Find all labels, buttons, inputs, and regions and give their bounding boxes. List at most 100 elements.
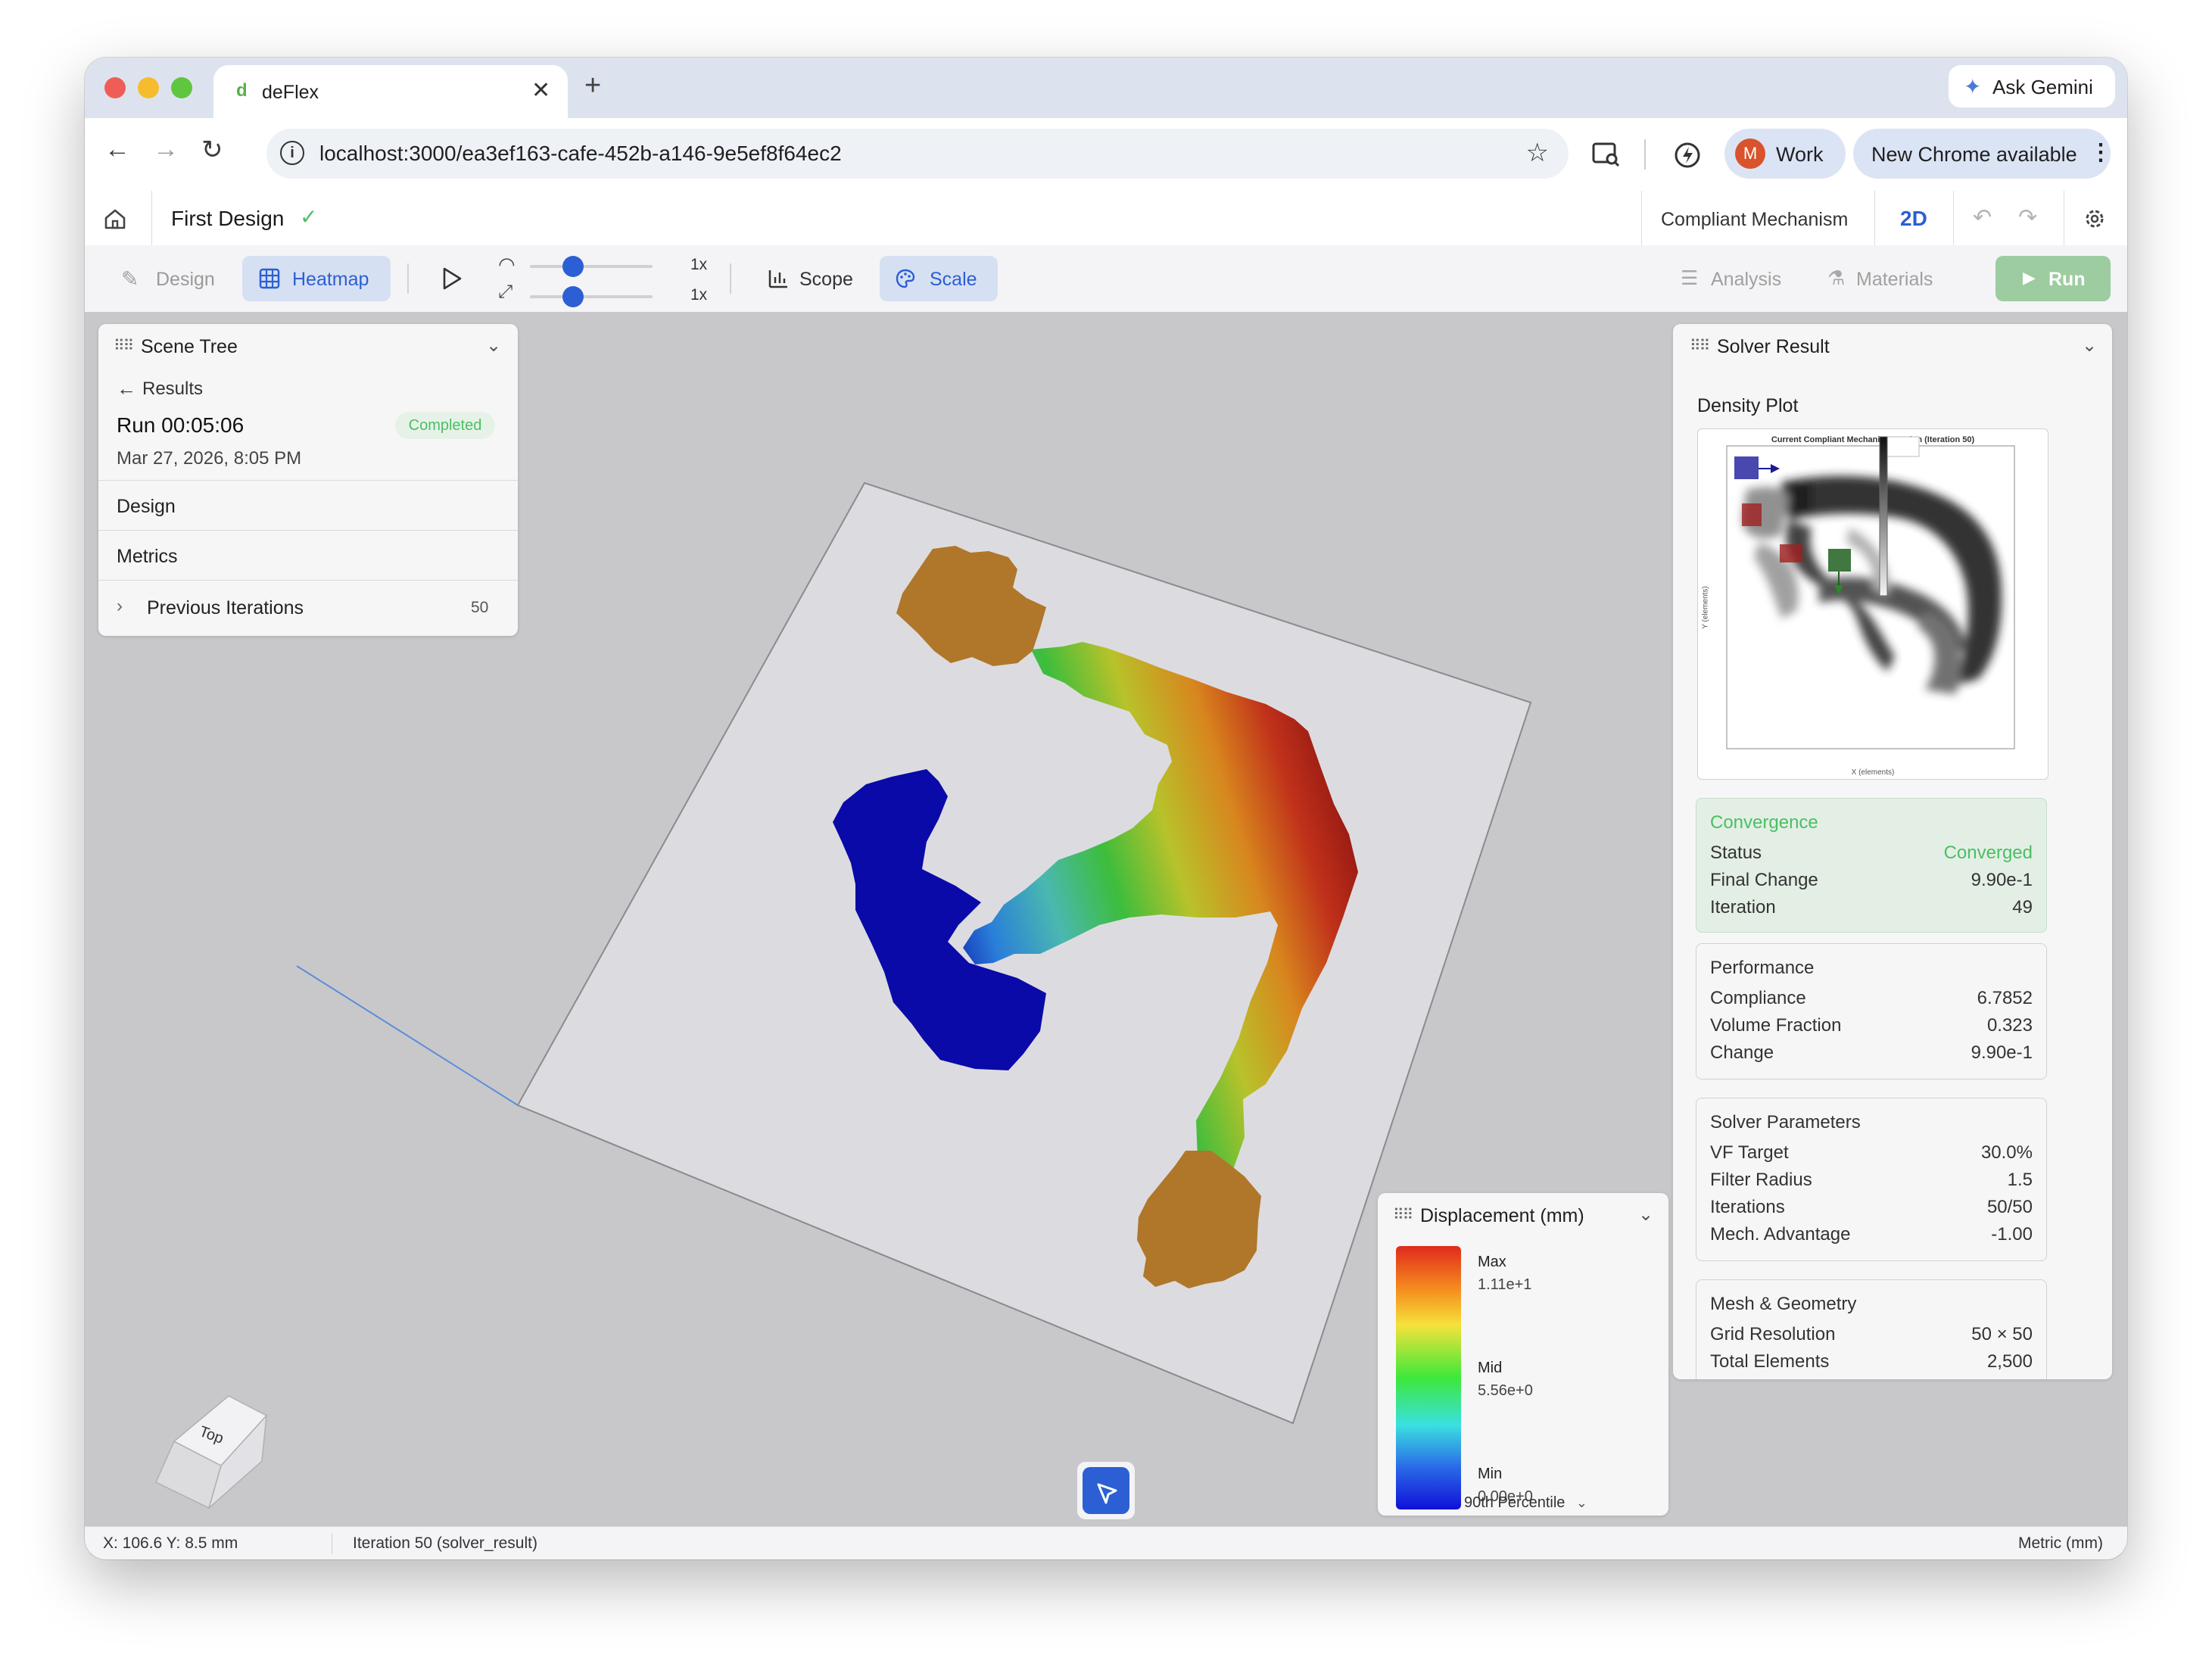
iteration-status: Iteration 50 (solver_result) [353,1534,537,1552]
convergence-heading: Convergence [1710,812,1818,833]
status-bar: X: 106.6 Y: 8.5 mm Iteration 50 (solver_… [85,1526,2127,1559]
reload-icon[interactable]: ↻ [201,135,223,165]
scale-slider[interactable] [530,286,653,307]
grid-resolution-row: Grid Resolution 50 × 50 [1710,1324,2033,1348]
density-plot-image[interactable]: Current Compliant Mechanism Design (Iter… [1697,428,2048,780]
drag-handle-icon[interactable]: ⠿⠿ [1690,336,1710,355]
browser-toolbar: ← → ↻ i localhost:3000/ea3ef163-cafe-452… [85,118,2127,192]
density-plot-ylabel: Y (elements) [1701,586,1710,629]
collapse-chevron-icon[interactable]: ⌄ [486,335,501,357]
legend-max-value: 1.11e+1 [1478,1276,1532,1293]
search-tab-icon[interactable] [1591,141,1622,168]
status-badge: Completed [395,412,495,439]
collapse-chevron-icon[interactable]: ⌄ [1638,1204,1653,1226]
performance-icon[interactable] [1673,141,1702,170]
back-arrow-icon[interactable]: ← [117,377,136,400]
run-play-icon: ▶ [2023,268,2036,287]
iteration-value: 49 [2012,897,2033,918]
design-row-label: Design [117,496,176,517]
ask-gemini-button[interactable]: ✦ Ask Gemini [1949,65,2115,107]
minimize-window-button[interactable] [138,77,159,98]
url-text: localhost:3000/ea3ef163-cafe-452b-a146-9… [319,142,842,165]
bookmark-star-icon[interactable]: ☆ [1526,138,1549,168]
design-title[interactable]: First Design [171,207,284,231]
browser-tab[interactable]: d deFlex ✕ [213,65,568,118]
mode-label[interactable]: Compliant Mechanism [1661,209,1848,231]
more-menu-icon[interactable]: ⋮ [2089,139,2112,166]
pencil-icon: ✎ [121,267,139,291]
units-indicator[interactable]: Metric (mm) [2018,1534,2103,1553]
sliders-icon: ☰ [1681,266,1699,289]
home-icon[interactable] [103,207,127,230]
close-tab-icon[interactable]: ✕ [531,77,550,104]
maximize-window-button[interactable] [171,77,192,98]
previous-iterations-row[interactable]: › Previous Iterations 50 [98,580,518,635]
run-button[interactable]: ▶ Run [1995,256,2111,301]
results-back-link[interactable]: Results [142,379,203,400]
final-change-row: Final Change 9.90e-1 [1710,870,2033,894]
metrics-row[interactable]: Metrics [98,530,518,579]
scale-value: 1x [690,286,708,304]
expand-chevron-icon: › [117,596,123,616]
y-axis-line [296,965,519,1106]
drag-handle-icon[interactable]: ⠿⠿ [1393,1205,1413,1224]
design-row[interactable]: Design [98,480,518,529]
scale-button[interactable]: Scale [880,256,998,301]
redo-icon[interactable]: ↷ [2018,204,2037,231]
chevron-down-icon: ⌄ [1575,1495,1587,1510]
speed-slider-knob[interactable] [562,256,584,277]
mesh-geometry-card: Mesh & Geometry Grid Resolution 50 × 50 … [1696,1279,2047,1379]
forward-arrow-icon[interactable]: → [153,135,179,164]
undo-icon[interactable]: ↶ [1973,204,1992,231]
mech-advantage-label: Mech. Advantage [1710,1224,1851,1245]
settings-gear-icon[interactable] [2083,207,2106,230]
previous-iterations-count: 50 [471,599,489,616]
scope-button[interactable]: Scope [754,256,868,301]
analysis-label: Analysis [1711,269,1782,290]
analysis-button[interactable]: ☰ Analysis [1667,256,1796,301]
percentile-dropdown[interactable]: 90th Percentile ⌄ [1464,1494,1587,1512]
design-tab-label: Design [156,269,215,290]
scale-slider-knob[interactable] [562,286,584,307]
site-info-icon[interactable]: i [280,141,304,165]
iterations-label: Iterations [1710,1197,1785,1217]
change-value: 9.90e-1 [1971,1042,2033,1063]
view-cube[interactable]: Top [155,1395,268,1510]
solver-result-panel: ⠿⠿ Solver Result ⌄ Density Plot Current … [1673,324,2112,1379]
saved-check-icon: ✓ [300,205,318,229]
materials-button[interactable]: ⚗ Materials [1814,256,1950,301]
speed-slider[interactable] [530,256,653,277]
back-arrow-icon[interactable]: ← [104,135,130,164]
scale-label: Scale [930,269,977,290]
chrome-update-button[interactable]: New Chrome available ⋮ [1853,129,2112,179]
grid-resolution-label: Grid Resolution [1710,1324,1836,1344]
change-row: Change 9.90e-1 [1710,1042,2033,1067]
mech-advantage-value: -1.00 [1991,1224,2033,1245]
view-mode-toggle[interactable]: 2D [1900,207,1927,231]
total-elements-row: Total Elements 2,500 [1710,1351,2033,1375]
volume-fraction-value: 0.323 [1986,1015,2033,1036]
profile-chip[interactable]: M Work [1724,129,1846,179]
mech-advantage-row: Mech. Advantage -1.00 [1710,1224,2033,1248]
select-tool-button[interactable] [1083,1467,1129,1514]
viewport-3d[interactable]: Top ⠿⠿ Scene Tree ⌄ ← Results Run 00:05:… [85,312,2127,1526]
scope-label: Scope [799,269,853,290]
performance-card: Performance Compliance 6.7852 Volume Fra… [1696,943,2047,1080]
address-bar[interactable]: i localhost:3000/ea3ef163-cafe-452b-a146… [266,129,1569,179]
heatmap-tab-button[interactable]: Heatmap [242,256,391,301]
legend-max-label: Max [1478,1254,1506,1270]
tab-title: deFlex [262,82,319,103]
play-icon[interactable] [441,266,463,291]
collapse-chevron-icon[interactable]: ⌄ [2082,335,2097,357]
design-tab-button[interactable]: ✎ Design [107,256,233,301]
compliance-value: 6.7852 [1977,988,2033,1008]
close-window-button[interactable] [104,77,126,98]
volume-fraction-label: Volume Fraction [1710,1015,1842,1036]
palette-icon [896,269,915,288]
new-tab-button[interactable]: + [584,70,601,102]
convergence-card: Convergence Status Converged Final Chang… [1696,798,2047,933]
cursor-coordinates: X: 106.6 Y: 8.5 mm [103,1534,238,1552]
drag-handle-icon[interactable]: ⠿⠿ [114,336,134,355]
toolbar-divider [1644,139,1646,170]
speed-value: 1x [690,256,708,273]
